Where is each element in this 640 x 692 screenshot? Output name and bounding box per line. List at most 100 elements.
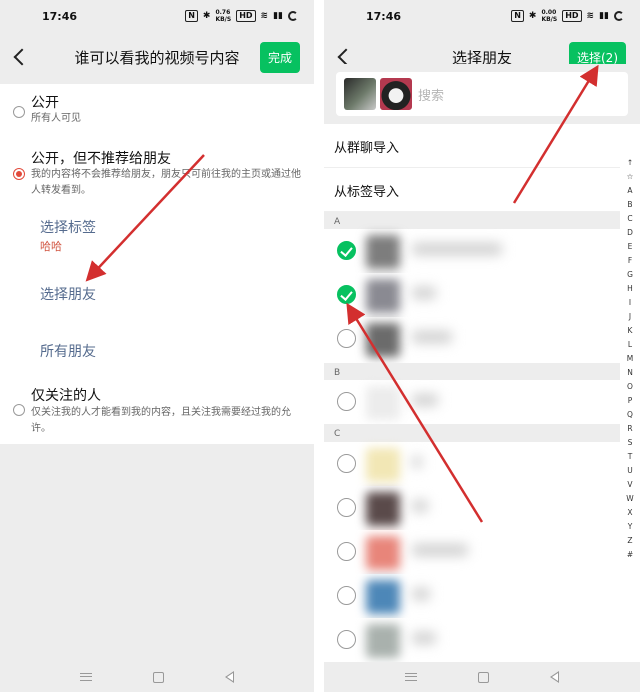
index-letter[interactable]: ↑: [627, 156, 633, 170]
contact-avatar: [366, 386, 400, 420]
search-input[interactable]: 搜索: [418, 85, 444, 104]
contact-name-blurred: [412, 243, 502, 255]
option-followers-title[interactable]: 仅关注的人: [31, 385, 101, 405]
checked-circle-icon[interactable]: [337, 285, 356, 304]
select-tag-link[interactable]: 选择标签: [40, 217, 96, 237]
right-screen: 17:46 N ✱ 0.00 KB/S HD ≋ ▮▮ 选择朋友 选择(2) 搜…: [324, 0, 640, 692]
status-icons: N ✱ 0.76 KB/S HD ≋ ▮▮: [185, 9, 298, 23]
contact-row[interactable]: [324, 442, 620, 486]
import-from-group-chat[interactable]: 从群聊导入: [324, 124, 620, 168]
index-letter[interactable]: H: [627, 282, 633, 296]
index-letter[interactable]: I: [629, 296, 631, 310]
selected-tag-value: 哈哈: [40, 240, 62, 253]
contact-avatar: [366, 492, 400, 526]
nfc-icon: N: [185, 10, 198, 22]
unchecked-circle-icon[interactable]: [337, 542, 356, 561]
index-letter[interactable]: B: [627, 198, 632, 212]
index-letter[interactable]: X: [627, 506, 632, 520]
index-letter[interactable]: K: [628, 324, 633, 338]
index-letter[interactable]: ☆: [627, 170, 634, 184]
contact-row[interactable]: [324, 317, 620, 361]
home-icon[interactable]: [152, 671, 164, 683]
section-header: C: [324, 424, 620, 444]
status-icons: N ✱ 0.00 KB/S HD ≋ ▮▮: [511, 9, 624, 23]
system-back-icon[interactable]: [550, 671, 560, 683]
battery-icon: [614, 11, 624, 21]
index-letter[interactable]: Y: [628, 520, 633, 534]
radio-public-no-recommend[interactable]: [13, 168, 25, 180]
contact-avatar: [366, 235, 400, 269]
import-from-tag[interactable]: 从标签导入: [324, 168, 620, 212]
index-letter[interactable]: G: [627, 268, 633, 282]
hd-icon: HD: [236, 10, 256, 22]
index-letter[interactable]: E: [628, 240, 633, 254]
radio-public[interactable]: [13, 106, 25, 118]
hd-icon: HD: [562, 10, 582, 22]
contact-row[interactable]: [324, 618, 620, 662]
alphabet-index[interactable]: ↑ ☆ A B C D E F G H I J K L M N O P Q R S T U V W X Y Z #: [622, 156, 638, 562]
unchecked-circle-icon[interactable]: [337, 392, 356, 411]
index-letter[interactable]: W: [626, 492, 633, 506]
contact-avatar: [366, 580, 400, 614]
contact-name-blurred: [412, 632, 436, 644]
contact-row[interactable]: [324, 380, 620, 424]
index-letter[interactable]: O: [627, 380, 633, 394]
search-box[interactable]: 搜索: [336, 72, 628, 116]
index-letter[interactable]: D: [627, 226, 633, 240]
index-letter[interactable]: #: [627, 548, 633, 562]
index-letter[interactable]: F: [628, 254, 632, 268]
option-no-recommend-desc: 我的内容将不会推荐给朋友，朋友只可前往我的主页或通过他人转发看到。: [31, 169, 301, 196]
index-letter[interactable]: S: [628, 436, 633, 450]
status-bar: 17:46 N ✱ 0.00 KB/S HD ≋ ▮▮: [324, 0, 640, 32]
selected-avatar[interactable]: [344, 78, 376, 110]
system-back-icon[interactable]: [224, 671, 234, 683]
index-letter[interactable]: J: [629, 310, 631, 324]
signal-icon: ▮▮: [273, 11, 283, 21]
radio-followers-only[interactable]: [13, 404, 25, 416]
all-friends-link[interactable]: 所有朋友: [40, 341, 96, 361]
index-letter[interactable]: Z: [627, 534, 632, 548]
option-followers-desc: 仅关注我的人才能看到我的内容，且关注我需要经过我的允许。: [31, 407, 291, 434]
network-speed: 0.00 KB/S: [541, 9, 558, 23]
done-button[interactable]: 完成: [259, 42, 300, 73]
select-friends-link[interactable]: 选择朋友: [40, 284, 96, 304]
unchecked-circle-icon[interactable]: [337, 329, 356, 348]
index-letter[interactable]: N: [627, 366, 633, 380]
home-icon[interactable]: [477, 671, 489, 683]
bluetooth-icon: ✱: [202, 11, 211, 21]
index-letter[interactable]: T: [628, 450, 633, 464]
back-icon[interactable]: [13, 48, 31, 66]
system-nav-bar: [0, 662, 314, 692]
import-tag-label: 从标签导入: [334, 185, 400, 200]
option-no-recommend-title[interactable]: 公开，但不推荐给朋友: [31, 148, 171, 168]
index-letter[interactable]: L: [628, 338, 632, 352]
index-letter[interactable]: M: [627, 352, 633, 366]
contact-avatar: [366, 624, 400, 658]
selected-avatar[interactable]: [380, 78, 412, 110]
unchecked-circle-icon[interactable]: [337, 586, 356, 605]
index-letter[interactable]: P: [628, 394, 633, 408]
index-letter[interactable]: C: [627, 212, 632, 226]
contact-row[interactable]: [324, 273, 620, 317]
contact-avatar: [366, 279, 400, 313]
index-letter[interactable]: A: [627, 184, 632, 198]
index-letter[interactable]: Q: [627, 408, 633, 422]
back-icon[interactable]: [337, 48, 355, 66]
unchecked-circle-icon[interactable]: [337, 454, 356, 473]
unchecked-circle-icon[interactable]: [337, 630, 356, 649]
contact-row[interactable]: [324, 530, 620, 574]
contact-avatar: [366, 323, 400, 357]
index-letter[interactable]: U: [627, 464, 633, 478]
index-letter[interactable]: R: [627, 422, 632, 436]
unchecked-circle-icon[interactable]: [337, 498, 356, 517]
index-letter[interactable]: V: [627, 478, 632, 492]
recent-apps-icon[interactable]: [80, 673, 93, 681]
left-screen: 17:46 N ✱ 0.76 KB/S HD ≋ ▮▮ 谁可以看我的视频号内容 …: [0, 0, 314, 692]
contact-row[interactable]: [324, 229, 620, 273]
contact-row[interactable]: [324, 574, 620, 618]
recent-apps-icon[interactable]: [404, 673, 417, 681]
search-row: 搜索: [324, 64, 640, 124]
contact-row[interactable]: [324, 486, 620, 530]
option-public-title[interactable]: 公开: [31, 92, 59, 112]
checked-circle-icon[interactable]: [337, 241, 356, 260]
